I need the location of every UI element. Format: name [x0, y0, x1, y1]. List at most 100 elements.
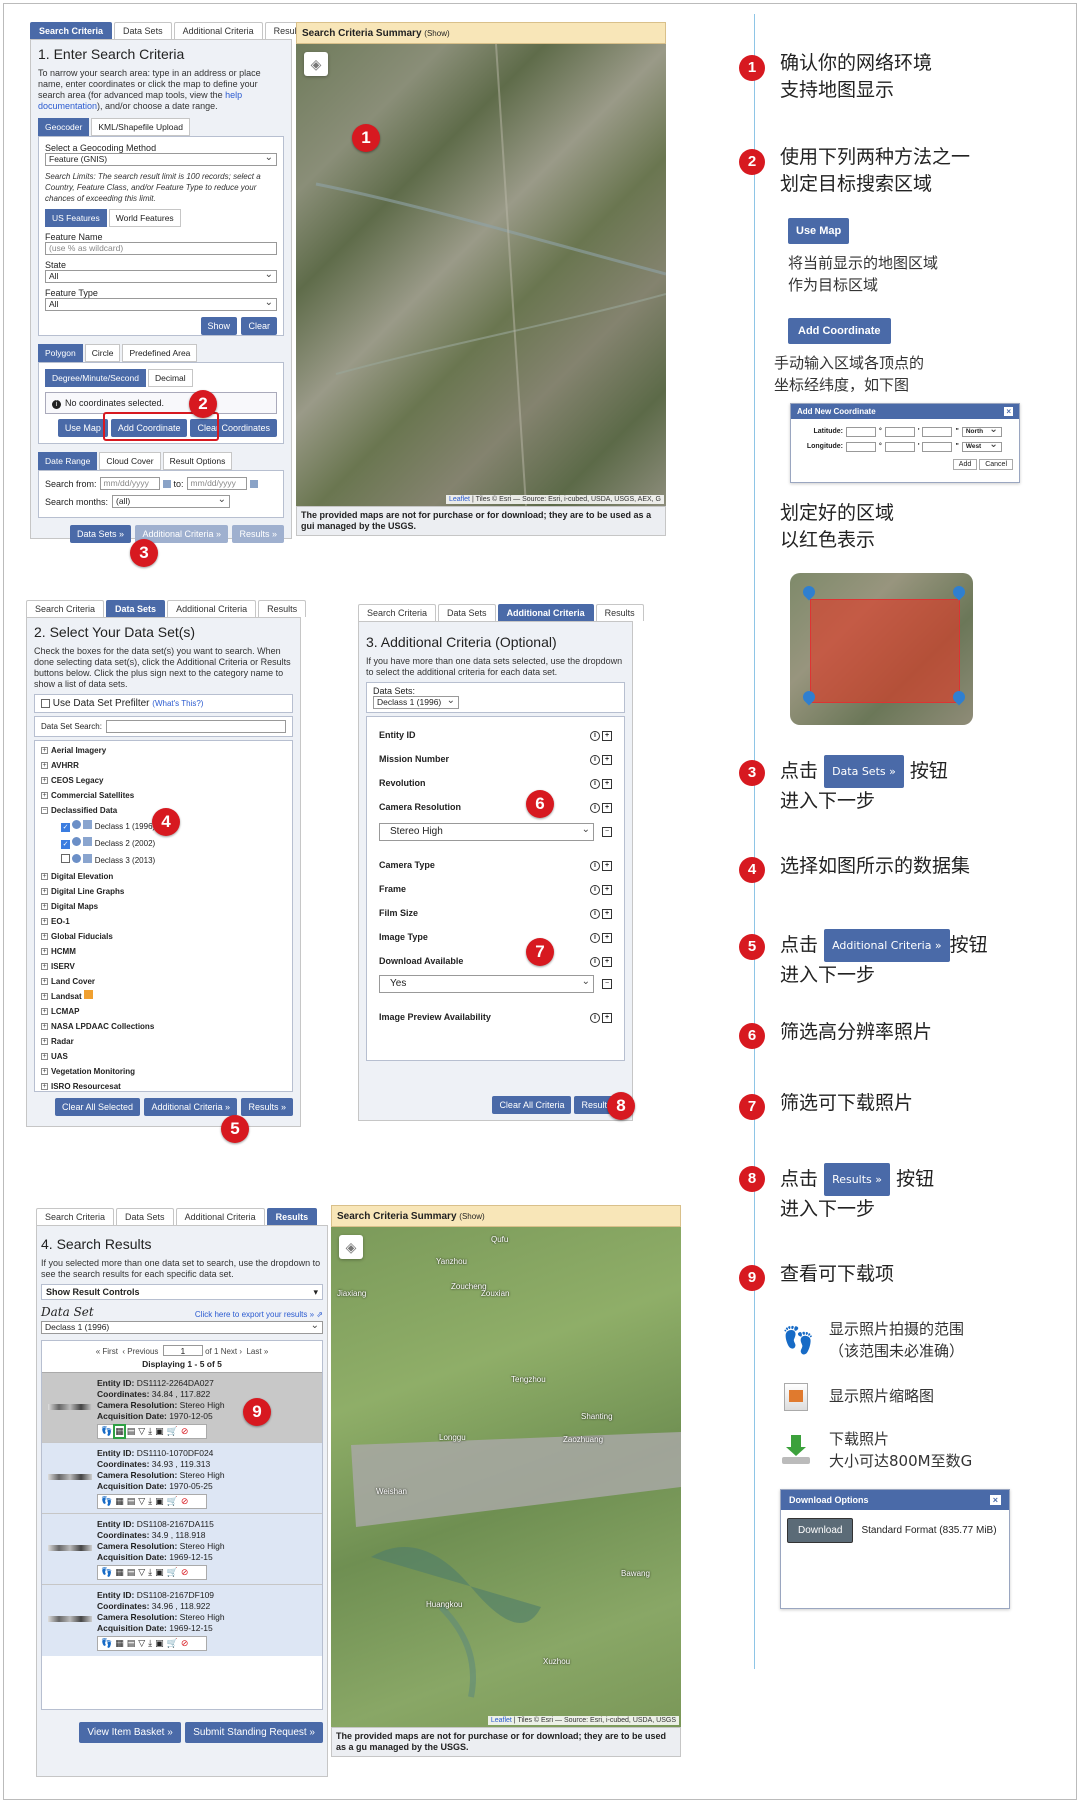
- criteria-row-camera-resolution[interactable]: Camera Resolution i +: [379, 795, 612, 819]
- feature-name-input[interactable]: (use % as wildcard): [45, 242, 277, 255]
- exclude-icon[interactable]: ⊘: [181, 1638, 189, 1649]
- cart-icon[interactable]: 🛒: [167, 1567, 178, 1578]
- additional-criteria-next-button[interactable]: Additional Criteria »: [144, 1098, 238, 1116]
- lat-sec-input[interactable]: [922, 426, 953, 437]
- use-map-button[interactable]: Use Map: [57, 419, 108, 437]
- tree-item[interactable]: + CEOS Legacy: [41, 773, 286, 788]
- dataset-declass-3[interactable]: Declass 3 (2013): [61, 852, 286, 869]
- tab-search-criteria[interactable]: Search Criteria: [26, 600, 105, 617]
- tree-item[interactable]: + Global Fiducials: [41, 929, 286, 944]
- tree-item[interactable]: + Digital Maps: [41, 899, 286, 914]
- lon-direction-select[interactable]: West: [961, 441, 1002, 452]
- tab-predefined-area[interactable]: Predefined Area: [122, 344, 198, 362]
- criteria-row[interactable]: Revolution i +: [379, 771, 612, 795]
- submit-standing-request-button[interactable]: Submit Standing Request »: [185, 1722, 323, 1743]
- export-link[interactable]: Click here to export your results » ⇗: [195, 1310, 323, 1319]
- tab-search-criteria[interactable]: Search Criteria: [358, 604, 437, 621]
- lat-min-input[interactable]: [884, 426, 915, 437]
- show-button[interactable]: Show: [200, 317, 238, 335]
- state-select[interactable]: All: [45, 269, 277, 283]
- lon-min-input[interactable]: [884, 441, 915, 452]
- tree-item[interactable]: + HCMM: [41, 944, 286, 959]
- tab-data-sets[interactable]: Data Sets: [438, 604, 496, 621]
- exclude-icon[interactable]: ⊘: [181, 1426, 189, 1437]
- download-icon[interactable]: ⤓: [148, 1567, 152, 1578]
- tab-dms[interactable]: Degree/Minute/Second: [45, 369, 146, 387]
- tab-circle[interactable]: Circle: [84, 344, 121, 362]
- close-icon[interactable]: ×: [1004, 407, 1013, 416]
- page-input[interactable]: 1: [162, 1345, 203, 1356]
- lon-sec-input[interactable]: [922, 441, 953, 452]
- tree-item[interactable]: + Digital Elevation: [41, 869, 286, 884]
- tab-additional-criteria[interactable]: Additional Criteria: [173, 22, 263, 39]
- tab-polygon[interactable]: Polygon: [38, 344, 83, 362]
- bulk-icon[interactable]: ▣: [155, 1496, 164, 1507]
- checkbox-checked-icon[interactable]: ✓: [61, 823, 70, 832]
- datasets-select[interactable]: Declass 1 (1996): [373, 695, 459, 709]
- tab-data-sets[interactable]: Data Sets: [116, 1208, 174, 1225]
- satellite-map[interactable]: ◈ Qufu Yanzhou Zoucheng Jiaxiang Zouxian…: [331, 1227, 681, 1727]
- tree-item[interactable]: + EO-1: [41, 914, 286, 929]
- summary-bar[interactable]: Search Criteria Summary (Show): [331, 1205, 681, 1227]
- footprint-icon[interactable]: 👣: [101, 1638, 112, 1649]
- tab-geocoder[interactable]: Geocoder: [38, 118, 90, 136]
- date-to-input[interactable]: mm/dd/yyyy: [186, 477, 247, 490]
- criteria-row[interactable]: Frame i +: [379, 877, 612, 901]
- minus-icon[interactable]: −: [602, 827, 612, 837]
- download-button[interactable]: Download: [787, 1518, 854, 1543]
- clear-button[interactable]: Clear: [241, 317, 277, 335]
- dataset-search-input[interactable]: [105, 720, 286, 733]
- tree-item[interactable]: + AVHRR: [41, 758, 286, 773]
- lat-deg-input[interactable]: [846, 426, 876, 437]
- criteria-row[interactable]: Mission Number i +: [379, 747, 612, 771]
- browse-icon[interactable]: ▦: [115, 1496, 124, 1507]
- geocoding-method-select[interactable]: Feature (GNIS): [45, 152, 277, 166]
- info-icon[interactable]: [72, 837, 82, 846]
- criteria-row[interactable]: Image Preview Availability i +: [379, 1005, 612, 1029]
- tab-date-range[interactable]: Date Range: [38, 452, 98, 470]
- exclude-icon[interactable]: ⊘: [181, 1496, 189, 1507]
- criteria-row[interactable]: Film Size i +: [379, 901, 612, 925]
- browse-icon[interactable]: ▦: [115, 1567, 124, 1578]
- criteria-row[interactable]: Entity ID i +: [379, 723, 612, 747]
- tab-result-options[interactable]: Result Options: [162, 452, 233, 470]
- info-icon[interactable]: [72, 820, 82, 829]
- result-item[interactable]: Entity ID: DS1108-2167DA115 Coordinates:…: [42, 1514, 322, 1585]
- tree-item[interactable]: + LCMAP: [41, 1004, 286, 1019]
- tree-item[interactable]: + ISRO Resourcesat: [41, 1079, 286, 1094]
- calendar-icon[interactable]: [249, 479, 258, 488]
- results-next-button[interactable]: Results »: [241, 1098, 293, 1116]
- result-item[interactable]: Entity ID: DS1110-1070DF024 Coordinates:…: [42, 1443, 322, 1514]
- tree-item[interactable]: + Land Cover: [41, 974, 286, 989]
- tab-data-sets[interactable]: Data Sets: [106, 600, 166, 617]
- tab-results[interactable]: Results: [266, 1208, 318, 1225]
- cart-icon[interactable]: 🛒: [167, 1426, 178, 1437]
- tree-item[interactable]: + Landsat: [41, 989, 286, 1004]
- tree-item[interactable]: + Digital Line Graphs: [41, 884, 286, 899]
- browse-icon[interactable]: ▦: [113, 1424, 126, 1439]
- checkbox-icon[interactable]: [61, 854, 70, 863]
- clear-all-criteria-button[interactable]: Clear All Criteria: [492, 1096, 572, 1114]
- exclude-icon[interactable]: ⊘: [181, 1567, 189, 1578]
- cart-icon[interactable]: 🛒: [167, 1638, 178, 1649]
- pager-next[interactable]: Next ›: [221, 1347, 242, 1356]
- tree-item[interactable]: + Commercial Satellites: [41, 788, 286, 803]
- tree-item[interactable]: + NASA LPDAAC Collections: [41, 1019, 286, 1034]
- results-next-button[interactable]: Results »: [232, 525, 284, 543]
- cart-icon[interactable]: 🛒: [167, 1496, 178, 1507]
- tab-additional-criteria[interactable]: Additional Criteria: [497, 604, 594, 621]
- tab-world-features[interactable]: World Features: [108, 209, 181, 227]
- tab-additional-criteria[interactable]: Additional Criteria: [167, 600, 257, 617]
- tab-decimal[interactable]: Decimal: [147, 369, 193, 387]
- checkbox-checked-icon[interactable]: ✓: [61, 840, 70, 849]
- download-available-select[interactable]: Yes: [379, 974, 594, 993]
- browse-icon[interactable]: ▦: [115, 1638, 124, 1649]
- pager-prev[interactable]: ‹ Previous: [122, 1347, 158, 1356]
- view-item-basket-button[interactable]: View Item Basket »: [79, 1722, 181, 1743]
- lon-deg-input[interactable]: [846, 441, 876, 452]
- tab-cloud-cover[interactable]: Cloud Cover: [99, 452, 161, 470]
- metadata-icon[interactable]: ▤: [127, 1638, 136, 1649]
- dataset-declass-2[interactable]: ✓ Declass 2 (2002): [61, 835, 286, 852]
- tab-additional-criteria[interactable]: Additional Criteria: [175, 1208, 265, 1225]
- add-button[interactable]: Add: [952, 459, 978, 470]
